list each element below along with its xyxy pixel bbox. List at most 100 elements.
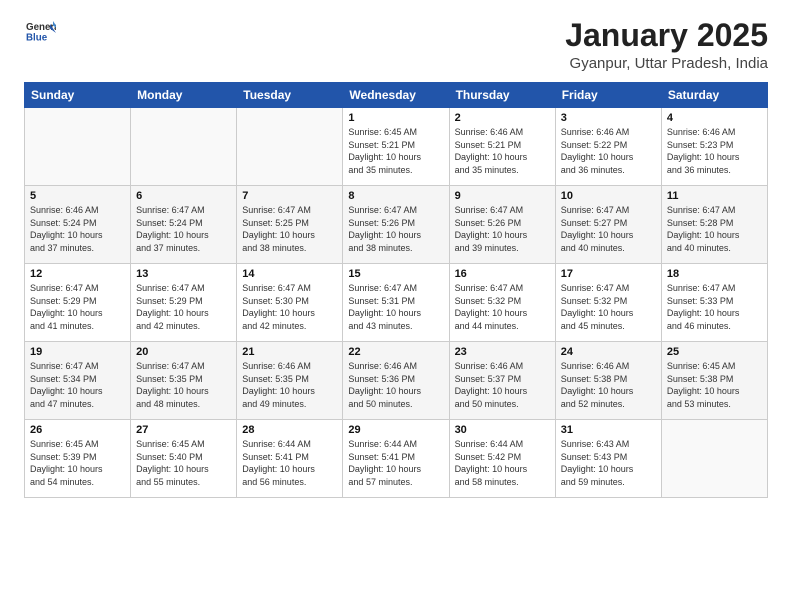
day-cell: 6 Sunrise: 6:47 AM Sunset: 5:24 PM Daylig… [131, 186, 237, 264]
day-info: Sunrise: 6:47 AM Sunset: 5:24 PM Dayligh… [136, 204, 231, 254]
day-cell: 19Sunrise: 6:47 AM Sunset: 5:34 PM Dayli… [25, 342, 131, 420]
day-info: Sunrise: 6:46 AM Sunset: 5:21 PM Dayligh… [455, 126, 550, 176]
col-saturday: Saturday [661, 83, 767, 108]
day-number: 30 [455, 424, 550, 436]
day-cell: 17 Sunrise: 6:47 AM Sunset: 5:32 PM Dayli… [555, 264, 661, 342]
day-info: Sunrise: 6:47 AM Sunset: 5:29 PM Dayligh… [30, 282, 125, 332]
day-number: 26 [30, 424, 125, 436]
day-info: Sunrise: 6:47 AM Sunset: 5:31 PM Dayligh… [348, 282, 443, 332]
day-info: Sunrise: 6:46 AM Sunset: 5:35 PM Dayligh… [242, 360, 337, 410]
day-info: Sunrise: 6:47 AM Sunset: 5:32 PM Dayligh… [455, 282, 550, 332]
day-info: Sunrise: 6:47 AM Sunset: 5:25 PM Dayligh… [242, 204, 337, 254]
day-info: Sunrise: 6:46 AM Sunset: 5:22 PM Dayligh… [561, 126, 656, 176]
day-info: Sunrise: 6:47 AM Sunset: 5:32 PM Dayligh… [561, 282, 656, 332]
day-number: 31 [561, 424, 656, 436]
day-info: Sunrise: 6:44 AM Sunset: 5:41 PM Dayligh… [242, 438, 337, 488]
day-info: Sunrise: 6:46 AM Sunset: 5:37 PM Dayligh… [455, 360, 550, 410]
logo-icon: General Blue [26, 18, 56, 48]
day-cell: 5 Sunrise: 6:46 AM Sunset: 5:24 PM Daylig… [25, 186, 131, 264]
day-cell [25, 108, 131, 186]
day-number: 29 [348, 424, 443, 436]
day-number: 14 [242, 268, 337, 280]
day-cell [237, 108, 343, 186]
day-info: Sunrise: 6:45 AM Sunset: 5:38 PM Dayligh… [667, 360, 762, 410]
logo: General Blue [24, 18, 56, 53]
day-cell: 7 Sunrise: 6:47 AM Sunset: 5:25 PM Daylig… [237, 186, 343, 264]
day-number: 20 [136, 346, 231, 358]
day-number: 1 [348, 112, 443, 124]
week-row-0: 1 Sunrise: 6:45 AM Sunset: 5:21 PM Daylig… [25, 108, 768, 186]
day-number: 5 [30, 190, 125, 202]
day-number: 12 [30, 268, 125, 280]
day-info: Sunrise: 6:47 AM Sunset: 5:26 PM Dayligh… [455, 204, 550, 254]
title-area: January 2025 Gyanpur, Uttar Pradesh, Ind… [565, 18, 768, 72]
day-number: 8 [348, 190, 443, 202]
day-number: 23 [455, 346, 550, 358]
col-thursday: Thursday [449, 83, 555, 108]
day-cell: 20 Sunrise: 6:47 AM Sunset: 5:35 PM Dayli… [131, 342, 237, 420]
day-cell: 23 Sunrise: 6:46 AM Sunset: 5:37 PM Dayli… [449, 342, 555, 420]
day-number: 22 [348, 346, 443, 358]
day-number: 4 [667, 112, 762, 124]
day-cell: 16 Sunrise: 6:47 AM Sunset: 5:32 PM Dayli… [449, 264, 555, 342]
week-row-4: 26Sunrise: 6:45 AM Sunset: 5:39 PM Dayli… [25, 420, 768, 498]
day-info: Sunrise: 6:47 AM Sunset: 5:35 PM Dayligh… [136, 360, 231, 410]
col-tuesday: Tuesday [237, 83, 343, 108]
day-info: Sunrise: 6:47 AM Sunset: 5:33 PM Dayligh… [667, 282, 762, 332]
week-row-2: 12 Sunrise: 6:47 AM Sunset: 5:29 PM Dayli… [25, 264, 768, 342]
day-number: 16 [455, 268, 550, 280]
day-number: 13 [136, 268, 231, 280]
day-info: Sunrise: 6:43 AM Sunset: 5:43 PM Dayligh… [561, 438, 656, 488]
page: General Blue January 2025 Gyanpur, Uttar… [0, 0, 792, 510]
day-cell: 31 Sunrise: 6:43 AM Sunset: 5:43 PM Dayli… [555, 420, 661, 498]
col-wednesday: Wednesday [343, 83, 449, 108]
day-number: 28 [242, 424, 337, 436]
day-info: Sunrise: 6:47 AM Sunset: 5:27 PM Dayligh… [561, 204, 656, 254]
day-cell: 2Sunrise: 6:46 AM Sunset: 5:21 PM Daylig… [449, 108, 555, 186]
day-cell: 22 Sunrise: 6:46 AM Sunset: 5:36 PM Dayli… [343, 342, 449, 420]
calendar-table: Sunday Monday Tuesday Wednesday Thursday… [24, 82, 768, 498]
day-info: Sunrise: 6:46 AM Sunset: 5:38 PM Dayligh… [561, 360, 656, 410]
day-info: Sunrise: 6:47 AM Sunset: 5:30 PM Dayligh… [242, 282, 337, 332]
day-cell: 15Sunrise: 6:47 AM Sunset: 5:31 PM Dayli… [343, 264, 449, 342]
day-number: 18 [667, 268, 762, 280]
day-cell: 8 Sunrise: 6:47 AM Sunset: 5:26 PM Daylig… [343, 186, 449, 264]
col-friday: Friday [555, 83, 661, 108]
day-number: 7 [242, 190, 337, 202]
day-cell: 3 Sunrise: 6:46 AM Sunset: 5:22 PM Daylig… [555, 108, 661, 186]
day-number: 24 [561, 346, 656, 358]
day-info: Sunrise: 6:46 AM Sunset: 5:36 PM Dayligh… [348, 360, 443, 410]
day-info: Sunrise: 6:45 AM Sunset: 5:21 PM Dayligh… [348, 126, 443, 176]
day-number: 3 [561, 112, 656, 124]
day-cell: 12 Sunrise: 6:47 AM Sunset: 5:29 PM Dayli… [25, 264, 131, 342]
day-cell [661, 420, 767, 498]
day-number: 9 [455, 190, 550, 202]
col-monday: Monday [131, 83, 237, 108]
day-info: Sunrise: 6:47 AM Sunset: 5:26 PM Dayligh… [348, 204, 443, 254]
calendar-title: January 2025 [565, 18, 768, 53]
week-row-3: 19Sunrise: 6:47 AM Sunset: 5:34 PM Dayli… [25, 342, 768, 420]
day-cell: 4Sunrise: 6:46 AM Sunset: 5:23 PM Daylig… [661, 108, 767, 186]
day-number: 17 [561, 268, 656, 280]
day-cell: 14 Sunrise: 6:47 AM Sunset: 5:30 PM Dayli… [237, 264, 343, 342]
day-info: Sunrise: 6:44 AM Sunset: 5:41 PM Dayligh… [348, 438, 443, 488]
day-cell [131, 108, 237, 186]
week-row-1: 5 Sunrise: 6:46 AM Sunset: 5:24 PM Daylig… [25, 186, 768, 264]
header-area: General Blue January 2025 Gyanpur, Uttar… [24, 18, 768, 72]
day-cell: 25Sunrise: 6:45 AM Sunset: 5:38 PM Dayli… [661, 342, 767, 420]
day-cell: 13Sunrise: 6:47 AM Sunset: 5:29 PM Dayli… [131, 264, 237, 342]
day-number: 27 [136, 424, 231, 436]
header-row: Sunday Monday Tuesday Wednesday Thursday… [25, 83, 768, 108]
col-sunday: Sunday [25, 83, 131, 108]
day-cell: 28 Sunrise: 6:44 AM Sunset: 5:41 PM Dayli… [237, 420, 343, 498]
day-number: 11 [667, 190, 762, 202]
day-cell: 9 Sunrise: 6:47 AM Sunset: 5:26 PM Daylig… [449, 186, 555, 264]
day-cell: 11Sunrise: 6:47 AM Sunset: 5:28 PM Dayli… [661, 186, 767, 264]
day-info: Sunrise: 6:45 AM Sunset: 5:40 PM Dayligh… [136, 438, 231, 488]
day-info: Sunrise: 6:47 AM Sunset: 5:34 PM Dayligh… [30, 360, 125, 410]
day-info: Sunrise: 6:44 AM Sunset: 5:42 PM Dayligh… [455, 438, 550, 488]
day-cell: 26Sunrise: 6:45 AM Sunset: 5:39 PM Dayli… [25, 420, 131, 498]
day-cell: 21Sunrise: 6:46 AM Sunset: 5:35 PM Dayli… [237, 342, 343, 420]
day-number: 6 [136, 190, 231, 202]
day-info: Sunrise: 6:46 AM Sunset: 5:24 PM Dayligh… [30, 204, 125, 254]
